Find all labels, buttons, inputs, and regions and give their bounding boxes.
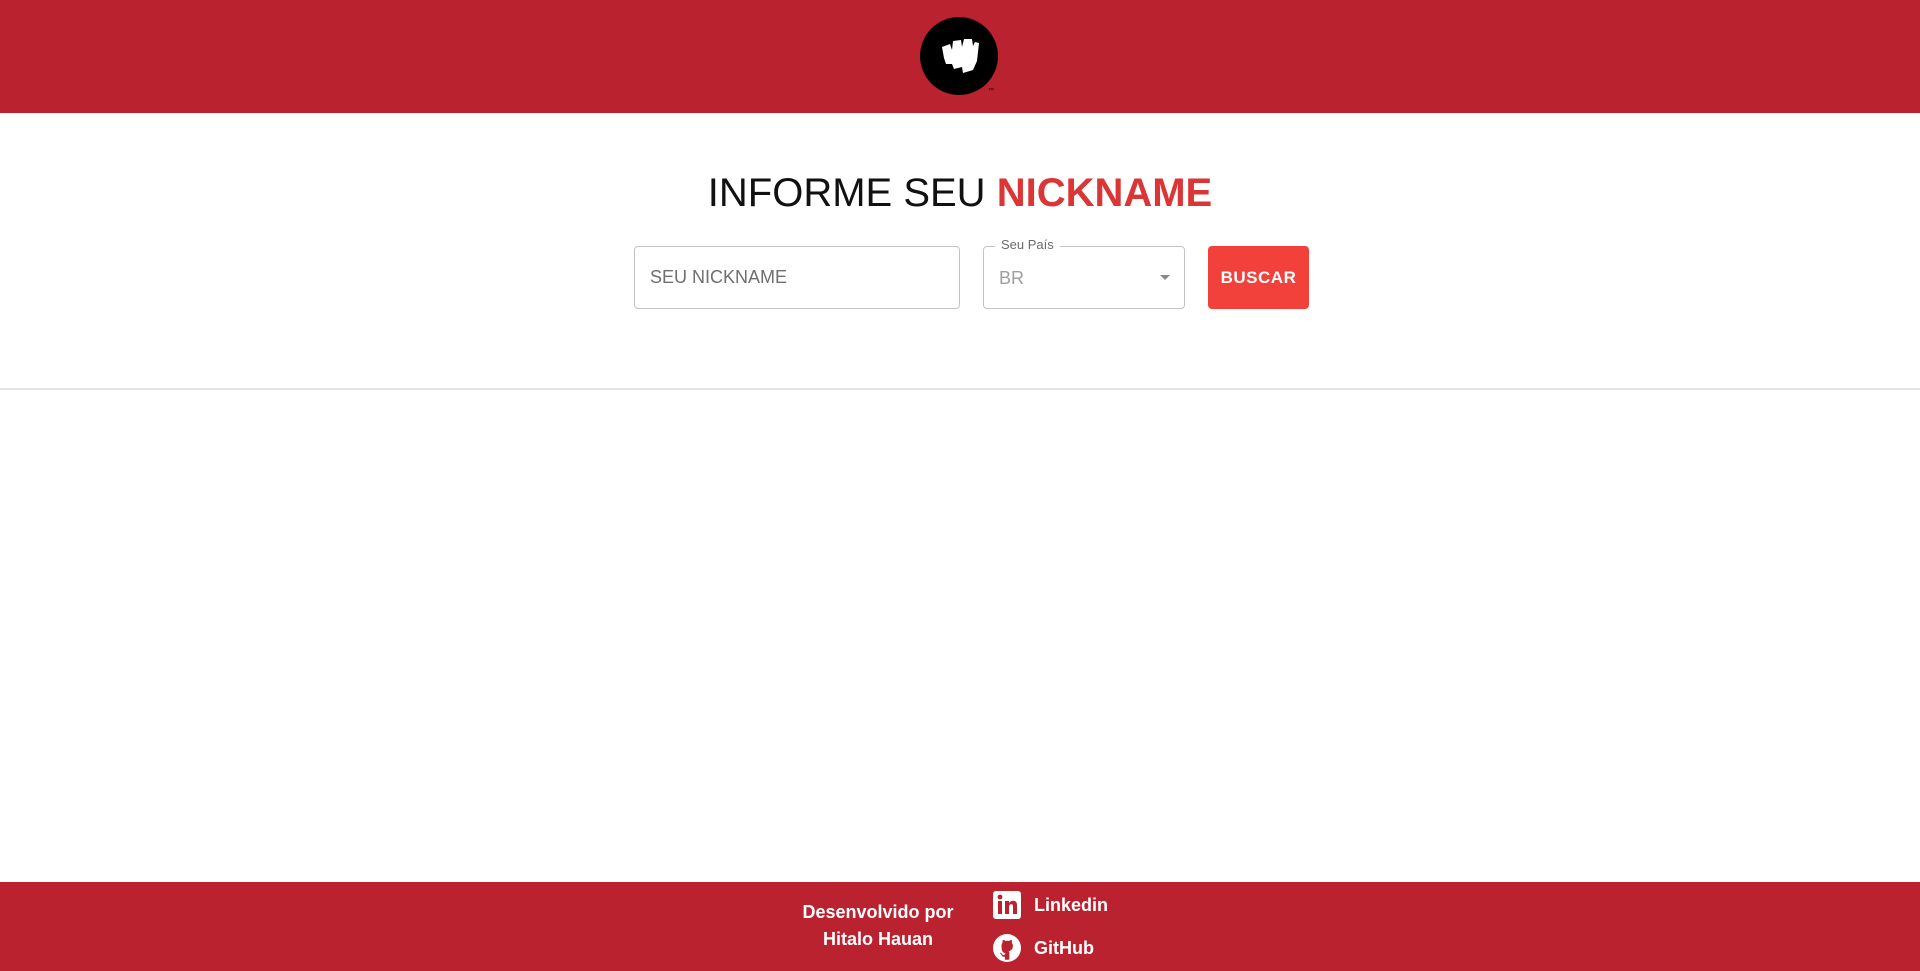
fist-logo-icon[interactable] — [920, 17, 998, 95]
linkedin-label: Linkedin — [1034, 894, 1109, 915]
github-label: GitHub — [1034, 937, 1094, 958]
country-select[interactable]: Seu País BR — [983, 237, 1185, 309]
page-title: INFORME SEU NICKNAME — [0, 170, 1920, 216]
github-link[interactable]: GitHub — [992, 931, 1094, 965]
app-header: ™ — [0, 0, 1920, 113]
title-accent: NICKNAME — [996, 171, 1213, 215]
country-select-value: BR — [999, 268, 1025, 288]
app-footer: Desenvolvido por Hitalo Hauan Linkedin G… — [0, 882, 1920, 971]
github-icon — [992, 933, 1022, 963]
linkedin-icon — [992, 890, 1022, 920]
developer-credit: Desenvolvido por Hitalo Hauan — [790, 899, 966, 953]
nickname-input[interactable] — [634, 246, 960, 309]
search-button[interactable]: BUSCAR — [1208, 246, 1309, 309]
divider — [0, 388, 1920, 390]
country-select-label: Seu País — [995, 237, 1060, 253]
credit-line-1: Desenvolvido por — [802, 902, 954, 922]
title-prefix: INFORME SEU — [707, 171, 986, 215]
linkedin-link[interactable]: Linkedin — [992, 888, 1108, 922]
credit-line-2: Hitalo Hauan — [822, 929, 933, 949]
chevron-down-icon — [1160, 275, 1170, 280]
trademark-mark: ™ — [988, 88, 994, 94]
